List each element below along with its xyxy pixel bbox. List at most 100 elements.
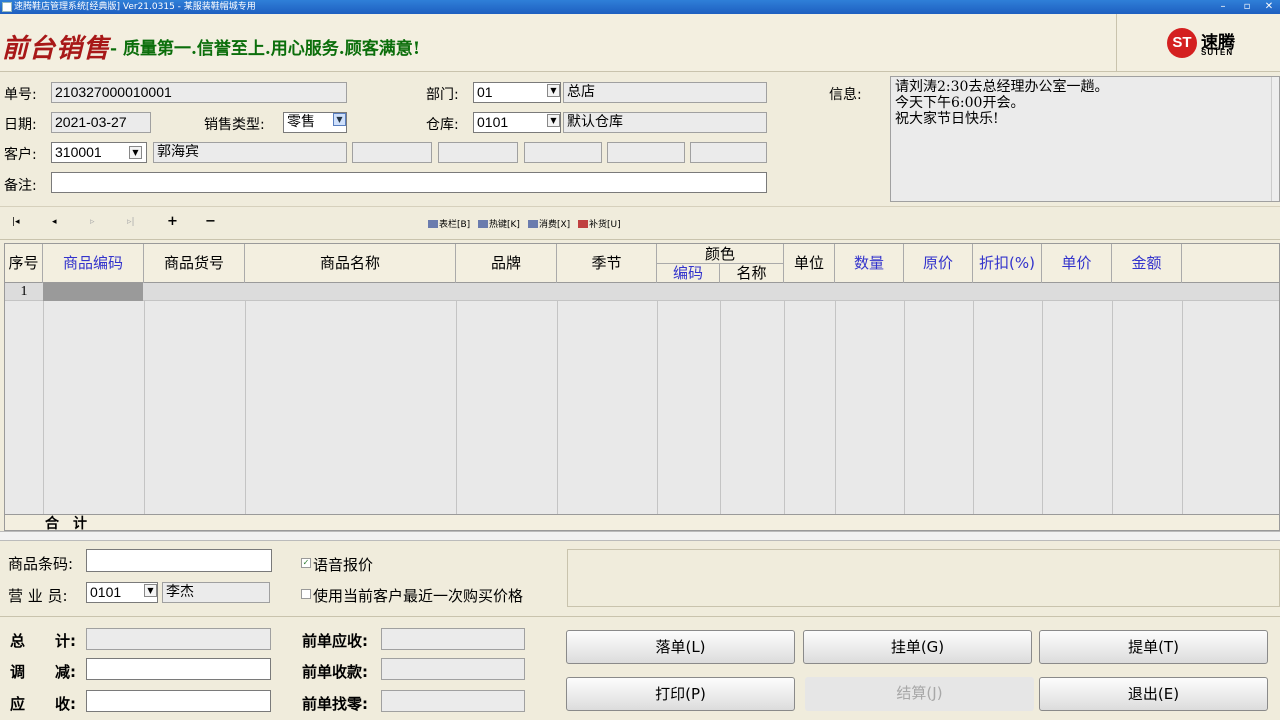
total-label: 合 计 (45, 516, 87, 531)
horizontal-scrollbar[interactable] (0, 531, 1280, 541)
table-icon (428, 220, 438, 228)
barcode-input[interactable] (86, 549, 272, 572)
prev-receivable-field (381, 628, 525, 650)
restock-icon (578, 220, 588, 228)
table-row[interactable]: 1 (5, 283, 1279, 301)
prev-receivable-label: 前单应收: (302, 632, 368, 650)
info-line: 祝大家节日快乐! (895, 111, 999, 127)
scrollbar[interactable] (1271, 77, 1279, 201)
dept-name-field: 总店 (563, 82, 767, 103)
logo-mark-icon: ST (1167, 28, 1197, 58)
print-button[interactable]: 打印(P) (566, 677, 795, 711)
hotkeys-button[interactable]: 热键[K] (478, 217, 520, 230)
hotkeys-label: 热键[K] (489, 220, 520, 230)
close-button[interactable]: ✕ (1258, 0, 1280, 14)
row-number: 1 (20, 284, 28, 299)
maximize-button[interactable]: ▫ (1236, 0, 1258, 14)
hold-order-button[interactable]: 落单(L) (566, 630, 795, 664)
columns-label: 表栏[B] (439, 220, 471, 230)
window-title: 速腾鞋店管理系统[经典版] Ver21.0315 - 某服装鞋帽城专用 (14, 2, 256, 12)
col-header-unit-price[interactable]: 单价 (1042, 244, 1112, 283)
col-header-seq[interactable]: 序号 (5, 244, 43, 283)
title-bar: 速腾鞋店管理系统[经典版] Ver21.0315 - 某服装鞋帽城专用 – ▫ … (0, 0, 1280, 14)
divider (0, 616, 1280, 617)
col-header-unit[interactable]: 单位 (784, 244, 835, 283)
customer-extra-field-5 (690, 142, 767, 163)
voice-price-checkbox[interactable]: ✓ (301, 558, 311, 568)
col-header-color[interactable]: 颜色 (657, 244, 784, 264)
restock-button[interactable]: 补货[U] (578, 217, 621, 230)
total-amount-label: 总 计: (10, 632, 76, 650)
adjust-label: 调 减: (10, 663, 76, 681)
last-record-icon[interactable]: ▹| (127, 217, 135, 227)
prev-received-field (381, 658, 525, 680)
first-record-icon[interactable]: |◂ (12, 217, 20, 227)
table-header: 序号 商品编码 商品货号 商品名称 品牌 季节 颜色 编码 名称 单位 数量 原… (5, 244, 1279, 283)
adjust-input[interactable] (86, 658, 271, 680)
last-price-label: 使用当前客户最近一次购买价格 (313, 587, 524, 605)
remark-label: 备注: (4, 178, 37, 194)
col-header-sku[interactable]: 商品货号 (144, 244, 245, 283)
order-no-label: 单号: (4, 87, 37, 103)
dept-label: 部门: (426, 87, 459, 103)
customer-extra-field-3 (524, 142, 602, 163)
col-header-color-name[interactable]: 名称 (720, 264, 784, 283)
col-header-name[interactable]: 商品名称 (245, 244, 456, 283)
col-header-orig-price[interactable]: 原价 (904, 244, 973, 283)
suspend-order-button[interactable]: 挂单(G) (803, 630, 1032, 664)
remark-input[interactable] (51, 172, 767, 193)
total-amount-field (86, 628, 271, 650)
salesman-label: 营 业 员: (8, 587, 68, 605)
retrieve-order-button[interactable]: 提单(T) (1039, 630, 1268, 664)
prev-received-label: 前单收款: (302, 663, 368, 681)
info-line: 今天下午6:00开会。 (895, 95, 1025, 111)
app-icon (2, 2, 12, 12)
customer-extra-field-4 (607, 142, 685, 163)
col-header-qty[interactable]: 数量 (835, 244, 904, 283)
receivable-label: 应 收: (10, 695, 76, 713)
minimize-button[interactable]: – (1212, 0, 1234, 14)
col-header-season[interactable]: 季节 (557, 244, 657, 283)
info-message-box[interactable]: 请刘涛2:30去总经理办公室一趟。 今天下午6:00开会。 祝大家节日快乐! (890, 76, 1280, 202)
exit-button[interactable]: 退出(E) (1039, 677, 1268, 711)
last-price-checkbox[interactable] (301, 589, 311, 599)
columns-button[interactable]: 表栏[B] (428, 217, 470, 230)
header-banner: 前台销售 - 质量第一.信誉至上.用心服务.顾客满意! ST 速腾 SUTEN (0, 14, 1280, 72)
receivable-field[interactable] (86, 690, 271, 712)
warehouse-name-field: 默认仓库 (563, 112, 767, 133)
col-header-brand[interactable]: 品牌 (456, 244, 557, 283)
logo-subtext: SUTEN (1201, 48, 1234, 57)
col-header-amount[interactable]: 金额 (1112, 244, 1182, 283)
selected-cell[interactable] (43, 283, 143, 301)
col-header-code[interactable]: 商品编码 (43, 244, 144, 283)
info-label: 信息: (829, 87, 862, 103)
voice-price-label: 语音报价 (313, 556, 374, 574)
sale-type-label: 销售类型: (204, 117, 265, 133)
settle-button[interactable]: 结算(J) (805, 677, 1034, 711)
chevron-down-icon[interactable]: ▼ (333, 113, 346, 126)
customer-extra-field-2 (438, 142, 518, 163)
slogan: - 质量第一.信誉至上.用心服务.顾客满意! (110, 39, 421, 59)
chevron-down-icon[interactable]: ▼ (547, 84, 560, 97)
col-header-discount[interactable]: 折扣(%) (973, 244, 1042, 283)
prev-record-icon[interactable]: ◂ (52, 217, 57, 227)
prev-change-field (381, 690, 525, 712)
navigation-toolbar: |◂ ◂ ▹ ▹| + − 表栏[B] 热键[K] 消费[X] 补货[U] (0, 206, 1280, 240)
salesman-name-field: 李杰 (162, 582, 270, 603)
date-field[interactable]: 2021-03-27 (51, 112, 151, 133)
customer-label: 客户: (4, 147, 37, 163)
warehouse-label: 仓库: (426, 117, 459, 133)
delete-row-icon[interactable]: − (205, 214, 216, 229)
col-header-color-code[interactable]: 编码 (657, 264, 720, 283)
barcode-label: 商品条码: (8, 555, 74, 573)
order-no-field: 210327000010001 (51, 82, 347, 103)
chevron-down-icon[interactable]: ▼ (144, 584, 157, 597)
next-record-icon[interactable]: ▹ (90, 217, 95, 227)
consume-label: 消费[X] (539, 220, 571, 230)
date-label: 日期: (4, 117, 37, 133)
chevron-down-icon[interactable]: ▼ (547, 114, 560, 127)
add-row-icon[interactable]: + (167, 214, 178, 229)
consume-button[interactable]: 消费[X] (528, 217, 570, 230)
chevron-down-icon[interactable]: ▼ (129, 146, 142, 159)
sales-items-table[interactable]: 序号 商品编码 商品货号 商品名称 品牌 季节 颜色 编码 名称 单位 数量 原… (4, 243, 1280, 531)
